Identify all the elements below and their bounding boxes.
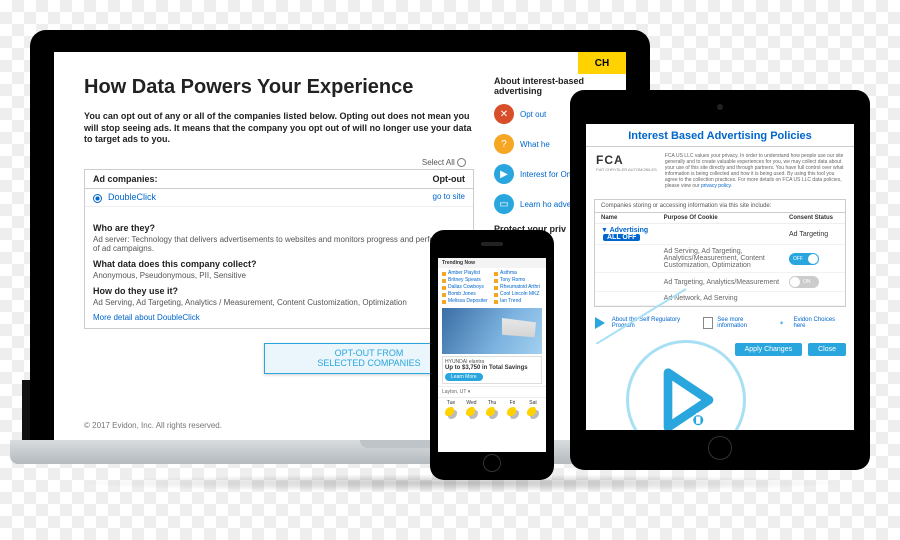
search-button[interactable]: CH bbox=[578, 52, 626, 74]
sidebar-item-label: Opt out bbox=[520, 110, 546, 119]
weather-icon bbox=[527, 407, 539, 419]
ad-cta-button[interactable]: Learn More bbox=[445, 373, 483, 381]
select-all-label: Select All bbox=[422, 158, 455, 167]
chevron-down-icon[interactable]: ▾ bbox=[468, 389, 471, 395]
tablet-device: Interest Based Advertising Policies FCA … bbox=[570, 90, 870, 470]
weather-icon bbox=[486, 407, 498, 419]
day-label: Tue bbox=[442, 400, 460, 406]
more-detail-link[interactable]: More detail about DoubleClick bbox=[93, 313, 465, 322]
companies-table: Ad companies: Opt-out DoubleClick go to … bbox=[84, 169, 474, 328]
star-icon: ✶ bbox=[774, 315, 790, 331]
detail-question: How do they use it? bbox=[93, 286, 465, 296]
page-title: How Data Powers Your Experience bbox=[84, 76, 474, 99]
consent-toggle[interactable]: ON bbox=[789, 276, 819, 288]
company-row[interactable]: DoubleClick go to site bbox=[85, 189, 473, 206]
trend-item[interactable]: Ian Trend bbox=[494, 298, 542, 304]
link-label: See more information bbox=[717, 317, 773, 329]
company-detail: Who are they? Ad server: Technology that… bbox=[85, 207, 473, 328]
doc-icon bbox=[703, 317, 713, 329]
company-radio[interactable] bbox=[93, 194, 102, 203]
weather-icon bbox=[507, 407, 519, 419]
hero-image[interactable] bbox=[442, 308, 542, 354]
select-all-radio[interactable] bbox=[457, 158, 466, 167]
day-label: Wed bbox=[463, 400, 481, 406]
play-icon: ▶ bbox=[494, 164, 514, 184]
link-label: Evidon Choices here bbox=[793, 317, 848, 329]
th-name: Name bbox=[601, 215, 664, 221]
tablet-screen: Interest Based Advertising Policies FCA … bbox=[586, 124, 854, 430]
brand-description: FCA US LLC values your privacy. In order… bbox=[665, 153, 844, 189]
laptop-device: CH How Data Powers Your Experience You c… bbox=[30, 30, 650, 440]
consent-toggle[interactable]: OFF bbox=[789, 253, 819, 265]
detail-question: Who are they? bbox=[93, 223, 465, 233]
trend-item[interactable]: Melissa Depositer bbox=[442, 298, 490, 304]
trending-list: Amber Playlist Asthma Britney Spears Ton… bbox=[438, 268, 546, 306]
ad-headline: Up to $3,750 in Total Savings bbox=[445, 365, 539, 371]
detail-question: What data does this company collect? bbox=[93, 259, 465, 269]
th-target: Ad Targeting bbox=[789, 231, 839, 238]
day-label: Sat bbox=[524, 400, 542, 406]
companies-header: Ad companies: bbox=[93, 174, 158, 184]
trend-item[interactable]: Dallas Cowboys bbox=[442, 284, 490, 290]
close-button[interactable]: Close bbox=[808, 343, 846, 356]
phone-screen: Trending Now Amber Playlist Asthma Britn… bbox=[438, 258, 546, 452]
go-to-site-link[interactable]: go to site bbox=[433, 192, 465, 202]
brand-logo: FCA bbox=[596, 153, 657, 167]
phone-device: Trending Now Amber Playlist Asthma Britn… bbox=[430, 230, 554, 480]
th-status: Consent Status bbox=[789, 215, 839, 221]
detail-answer: Anonymous, Pseudonymous, PII, Sensitive bbox=[93, 271, 465, 280]
trend-item[interactable]: Cool Lincoln MKZ bbox=[494, 291, 542, 297]
trend-item[interactable]: Amber Playlist bbox=[442, 270, 490, 276]
trending-header: Trending Now bbox=[438, 258, 546, 268]
forecast-row: Tue Wed Thu Fri Sat bbox=[438, 397, 546, 422]
row-name: Advertising bbox=[610, 227, 649, 234]
book-icon: ▭ bbox=[494, 194, 514, 214]
trend-item[interactable]: Bomb Jones bbox=[442, 291, 490, 297]
tablet-title: Interest Based Advertising Policies bbox=[586, 124, 854, 147]
day-label: Fri bbox=[504, 400, 522, 406]
day-label: Thu bbox=[483, 400, 501, 406]
adchoices-icon bbox=[650, 364, 722, 430]
cross-icon: ✕ bbox=[494, 104, 514, 124]
brand-subtitle: FIAT CHRYSLER AUTOMOBILES bbox=[596, 167, 657, 172]
detail-answer: Ad Serving, Ad Targeting, Analytics / Me… bbox=[93, 298, 465, 307]
copyright-text: © 2017 Evidon, Inc. All rights reserved. bbox=[84, 421, 222, 430]
weather-icon bbox=[445, 407, 457, 419]
ad-card[interactable]: HYUNDAI elantra Up to $3,750 in Total Sa… bbox=[442, 356, 542, 384]
detail-answer: Ad server: Technology that delivers adve… bbox=[93, 235, 465, 253]
callout-line bbox=[596, 284, 696, 344]
trend-item[interactable]: Tony Romo bbox=[494, 277, 542, 283]
trend-item[interactable]: Britney Spears bbox=[442, 277, 490, 283]
consent-row: ▼ Advertising ALL OFF Ad Targeting bbox=[595, 224, 845, 245]
apply-button[interactable]: Apply Changes bbox=[735, 343, 802, 356]
location-label: Layton, UT ▾ bbox=[438, 386, 546, 397]
th-purpose: Purpose Of Cookie bbox=[664, 215, 789, 221]
privacy-policy-link[interactable]: privacy policy bbox=[701, 183, 731, 189]
row-purpose: Ad Serving, Ad Targeting, Analytics/Meas… bbox=[664, 248, 789, 269]
all-off-pill[interactable]: ALL OFF bbox=[603, 234, 640, 241]
sidebar-item-label: What he bbox=[520, 140, 550, 149]
trend-item[interactable]: Rheumatoid Arthri bbox=[494, 284, 542, 290]
consent-row: Ad Serving, Ad Targeting, Analytics/Meas… bbox=[595, 245, 845, 273]
weather-icon bbox=[466, 407, 478, 419]
intro-text: You can opt out of any or all of the com… bbox=[84, 111, 474, 146]
question-icon: ? bbox=[494, 134, 514, 154]
trend-item[interactable]: Asthma bbox=[494, 270, 542, 276]
optout-header: Opt-out bbox=[433, 174, 465, 184]
evidon-link[interactable]: ✶ Evidon Choices here bbox=[774, 315, 848, 331]
more-info-link[interactable]: See more information bbox=[703, 315, 773, 331]
consent-caption: Companies storing or accessing informati… bbox=[595, 200, 845, 213]
company-name: DoubleClick bbox=[108, 192, 156, 202]
